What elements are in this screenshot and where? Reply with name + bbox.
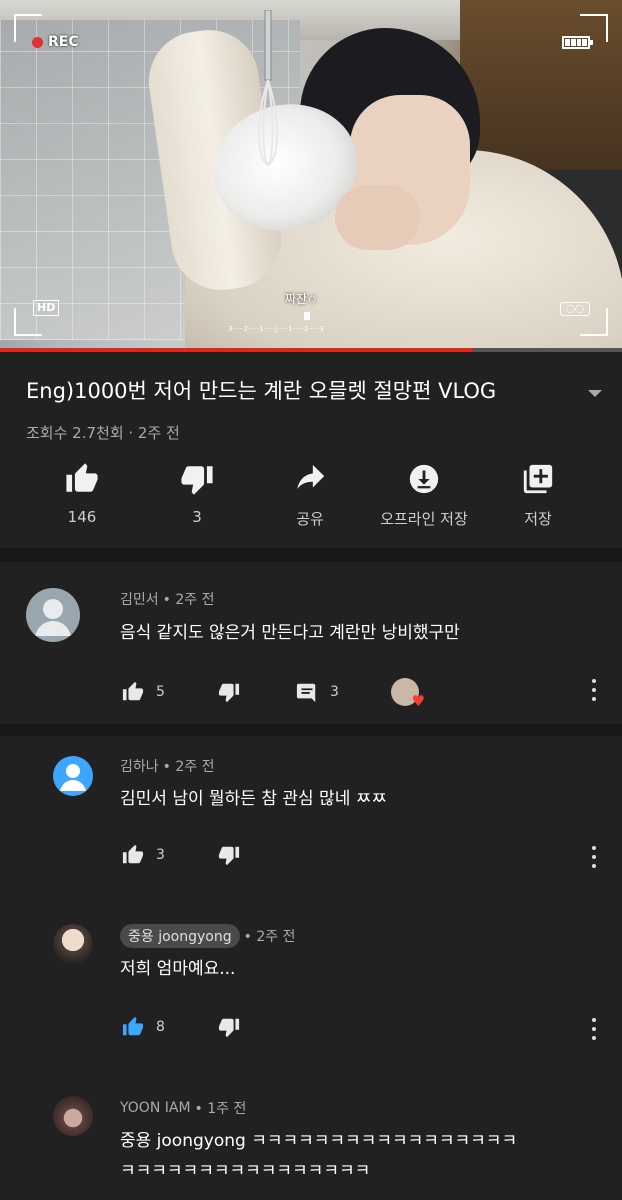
video-title[interactable]: Eng)1000번 저어 만드는 계란 오믈렛 절망편 VLOG bbox=[26, 378, 586, 404]
comment-reply-count: 3 bbox=[330, 684, 339, 700]
like-count: 146 bbox=[67, 508, 97, 526]
default-avatar-icon[interactable] bbox=[53, 756, 93, 796]
comment-text: 음식 같지도 않은거 만든다고 계란만 낭비했구만 bbox=[120, 623, 460, 643]
expand-description-icon[interactable] bbox=[588, 390, 602, 397]
share-button[interactable]: 공유 bbox=[250, 462, 370, 529]
comment-item: 김민서 • 2주 전 음식 같지도 않은거 만든다고 계란만 낭비했구만 5 3… bbox=[0, 562, 622, 724]
offline-save-label: 오프라인 저장 bbox=[380, 510, 468, 528]
comment-author[interactable]: YOON IAM bbox=[120, 1100, 191, 1116]
thumbs-down-icon[interactable] bbox=[216, 1016, 242, 1038]
user-avatar[interactable] bbox=[53, 924, 93, 964]
video-meta: 조회수 2.7천회 · 2주 전 bbox=[26, 424, 180, 442]
camera-icon: ◯◯ bbox=[560, 302, 590, 316]
comment-like-count: 8 bbox=[156, 1019, 165, 1035]
exposure-marker-icon bbox=[304, 312, 310, 320]
heart-icon: ♥ bbox=[411, 692, 425, 710]
video-progress-bar[interactable] bbox=[0, 348, 622, 352]
viewfinder-frame bbox=[14, 14, 608, 336]
dislike-count: 3 bbox=[192, 508, 202, 526]
offline-save-button[interactable]: 오프라인 저장 bbox=[364, 462, 484, 529]
comment-header: 김민서 • 2주 전 bbox=[120, 589, 214, 609]
video-progress-fill bbox=[0, 348, 473, 352]
section-divider bbox=[0, 724, 622, 736]
share-label: 공유 bbox=[296, 510, 324, 528]
thumbs-down-icon bbox=[181, 466, 213, 495]
reply-item: 김하나 • 2주 전 김민서 남이 뭘하든 참 관심 많네 ㅉㅉ 3 bbox=[0, 736, 622, 888]
thumbs-up-icon[interactable] bbox=[120, 681, 146, 703]
thumbs-down-icon[interactable] bbox=[216, 681, 242, 703]
thumbs-up-icon[interactable] bbox=[120, 844, 146, 866]
reply-item: YOON IAM • 1주 전 중용 joongyong ㅋㅋㅋㅋㅋㅋㅋㅋㅋㅋㅋ… bbox=[0, 1060, 622, 1200]
reply-item: 중용 joongyong • 2주 전 저희 엄마예요... 8 bbox=[0, 888, 622, 1060]
rec-label: REC bbox=[48, 34, 79, 50]
hd-badge: HD bbox=[33, 300, 60, 316]
thumbs-up-icon[interactable] bbox=[120, 1016, 146, 1038]
thumbs-up-icon bbox=[66, 463, 98, 492]
record-dot-icon bbox=[32, 36, 43, 48]
dislike-button[interactable]: 3 bbox=[137, 462, 257, 526]
comment-author[interactable]: 김민서 bbox=[120, 589, 159, 609]
comment-actions: 3 bbox=[120, 844, 242, 866]
comment-time: • 2주 전 bbox=[243, 929, 296, 945]
comment-time: • 2주 전 bbox=[162, 592, 215, 608]
save-to-playlist-button[interactable]: 저장 bbox=[478, 462, 598, 529]
like-button[interactable]: 146 bbox=[22, 462, 142, 526]
comment-like-count: 3 bbox=[156, 847, 165, 863]
comment-header: 김하나 • 2주 전 bbox=[120, 756, 214, 776]
rec-indicator: REC bbox=[32, 34, 79, 50]
comment-author[interactable]: 김하나 bbox=[120, 756, 159, 776]
comment-time: • 1주 전 bbox=[194, 1101, 247, 1117]
comment-text-line: 중용 joongyong ㅋㅋㅋㅋㅋㅋㅋㅋㅋㅋㅋㅋㅋㅋㅋㅋㅋ bbox=[120, 1131, 518, 1151]
video-caption: 짜잔✩ bbox=[285, 292, 318, 306]
default-avatar-icon[interactable] bbox=[26, 588, 80, 642]
exposure-ruler: 3·····2·····1·····|·····1·····2·····3 bbox=[228, 325, 324, 333]
comment-actions: 5 3 ♥ bbox=[120, 678, 425, 710]
more-options-icon[interactable] bbox=[591, 1018, 597, 1040]
comment-like-count: 5 bbox=[156, 684, 165, 700]
reply-icon[interactable] bbox=[294, 681, 320, 703]
more-options-icon[interactable] bbox=[591, 679, 597, 701]
add-to-playlist-icon bbox=[523, 464, 553, 494]
save-label: 저장 bbox=[524, 510, 552, 528]
creator-name-badge[interactable]: 중용 joongyong bbox=[120, 924, 240, 948]
more-options-icon[interactable] bbox=[591, 846, 597, 868]
battery-icon bbox=[562, 36, 593, 49]
comment-actions: 8 bbox=[120, 1016, 242, 1038]
share-icon bbox=[297, 464, 325, 489]
comment-header: 중용 joongyong • 2주 전 bbox=[120, 924, 295, 948]
comment-text: 저희 엄마예요... bbox=[120, 959, 236, 979]
action-bar: 146 3 공유 오프라인 저장 저장 bbox=[0, 462, 622, 542]
creator-heart-avatar: ♥ bbox=[390, 678, 425, 710]
section-divider bbox=[0, 548, 622, 562]
download-icon bbox=[409, 464, 439, 494]
comment-text: 중용 joongyong ㅋㅋㅋㅋㅋㅋㅋㅋㅋㅋㅋㅋㅋㅋㅋㅋㅋ ㅋㅋㅋㅋㅋㅋㅋㅋㅋ… bbox=[120, 1126, 517, 1186]
comment-time: • 2주 전 bbox=[162, 759, 215, 775]
comment-header: YOON IAM • 1주 전 bbox=[120, 1098, 246, 1118]
video-player[interactable]: REC HD ◯◯ 짜잔✩ 3·····2·····1·····|·····1·… bbox=[0, 0, 622, 352]
comment-text: 김민서 남이 뭘하든 참 관심 많네 ㅉㅉ bbox=[120, 789, 388, 809]
user-avatar[interactable] bbox=[53, 1096, 93, 1136]
comment-text-line: ㅋㅋㅋㅋㅋㅋㅋㅋㅋㅋㅋㅋㅋㅋㅋㅋ bbox=[120, 1161, 371, 1181]
thumbs-down-icon[interactable] bbox=[216, 844, 242, 866]
